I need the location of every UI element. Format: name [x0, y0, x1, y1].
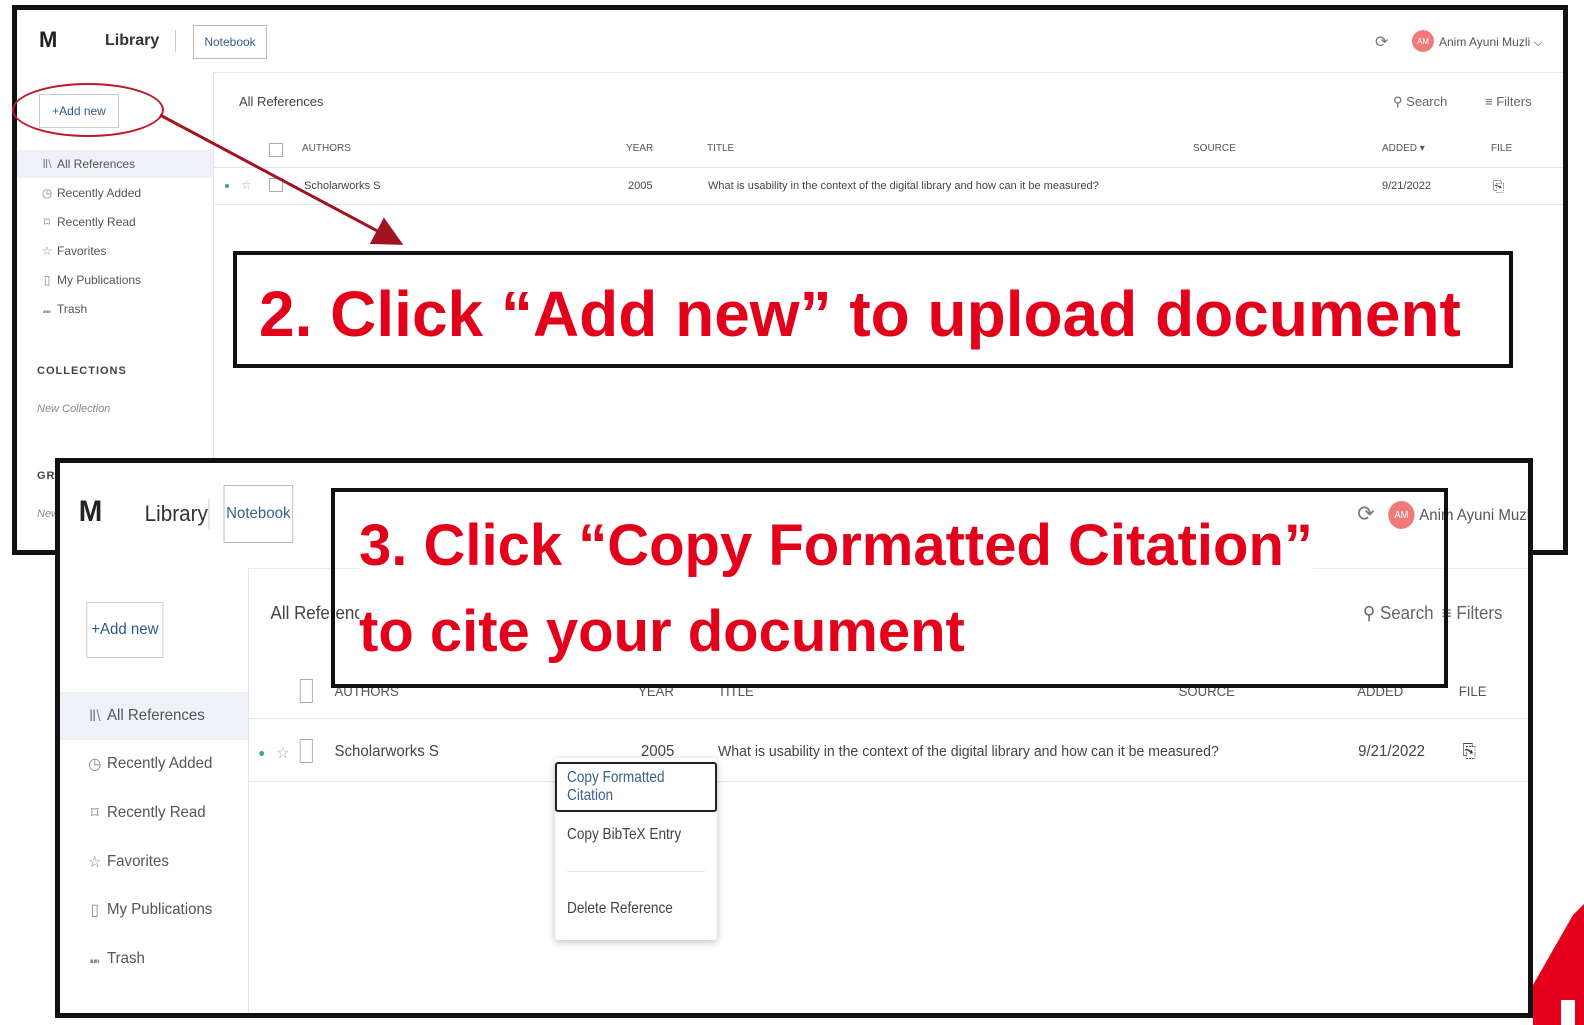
- delete-reference-item[interactable]: Delete Reference: [567, 900, 673, 918]
- sidebar: +Add new Ⅱ\ All References ◷ Recently Adde…: [60, 568, 249, 1013]
- sidebar-item-recently-read[interactable]: ⌑ Recently Read: [60, 789, 248, 837]
- sidebar-item-all-references[interactable]: Ⅱ\ All References: [60, 692, 248, 740]
- bookmark-icon: ⌑: [90, 805, 99, 822]
- copy-formatted-citation-item[interactable]: Copy Formatted Citation: [555, 762, 717, 812]
- callout-step-3: 3. Click “Copy Formatted Citation” to ci…: [331, 488, 1448, 688]
- column-file[interactable]: FILE: [1459, 683, 1487, 699]
- add-new-button[interactable]: +Add new: [86, 602, 164, 658]
- sidebar-item-trash[interactable]: ⑉ Trash: [60, 935, 248, 983]
- favorite-star-icon[interactable]: ☆: [276, 743, 289, 763]
- unread-dot-icon: [259, 751, 264, 756]
- app-title: Library: [144, 501, 208, 526]
- sidebar-item-favorites[interactable]: ☆ Favorites: [60, 838, 248, 886]
- document-icon: ▯: [90, 902, 99, 919]
- star-icon: ☆: [88, 854, 102, 871]
- red-corner-decoration: [1533, 904, 1584, 1025]
- menu-divider: [567, 871, 705, 872]
- callout-step-2-text: 2. Click “Add new” to upload document: [259, 278, 1461, 350]
- sidebar-item-recently-added[interactable]: ◷ Recently Added: [60, 740, 248, 788]
- library-icon: Ⅱ\: [88, 708, 101, 725]
- filters-button[interactable]: ≡ Filters: [1442, 603, 1503, 624]
- callout-step-3-line-1: 3. Click “Copy Formatted Citation”: [359, 513, 1313, 578]
- callout-step-2: 2. Click “Add new” to upload document: [233, 251, 1513, 368]
- divider: [208, 499, 210, 529]
- copy-bibtex-entry-item[interactable]: Copy BibTeX Entry: [567, 826, 681, 844]
- select-all-checkbox[interactable]: [299, 679, 313, 703]
- cell-author: Scholarworks S: [334, 743, 439, 760]
- mendeley-logo-icon: M: [78, 495, 102, 528]
- cell-added: 9/21/2022: [1358, 743, 1426, 760]
- clock-icon: ◷: [88, 756, 102, 773]
- header-divider: [248, 718, 1528, 719]
- row-checkbox[interactable]: [299, 739, 313, 763]
- callout-step-3-line-2: to cite your document: [359, 599, 965, 664]
- notebook-button[interactable]: Notebook: [223, 485, 294, 543]
- trash-icon: ⑉: [90, 950, 100, 967]
- sidebar-item-my-publications[interactable]: ▯ My Publications: [60, 886, 248, 934]
- file-icon[interactable]: ⎘: [1462, 741, 1476, 762]
- context-menu: Copy Formatted Citation Copy BibTeX Entr…: [555, 758, 717, 940]
- cell-title: What is usability in the context of the …: [718, 743, 1219, 760]
- row-divider: [248, 781, 1528, 782]
